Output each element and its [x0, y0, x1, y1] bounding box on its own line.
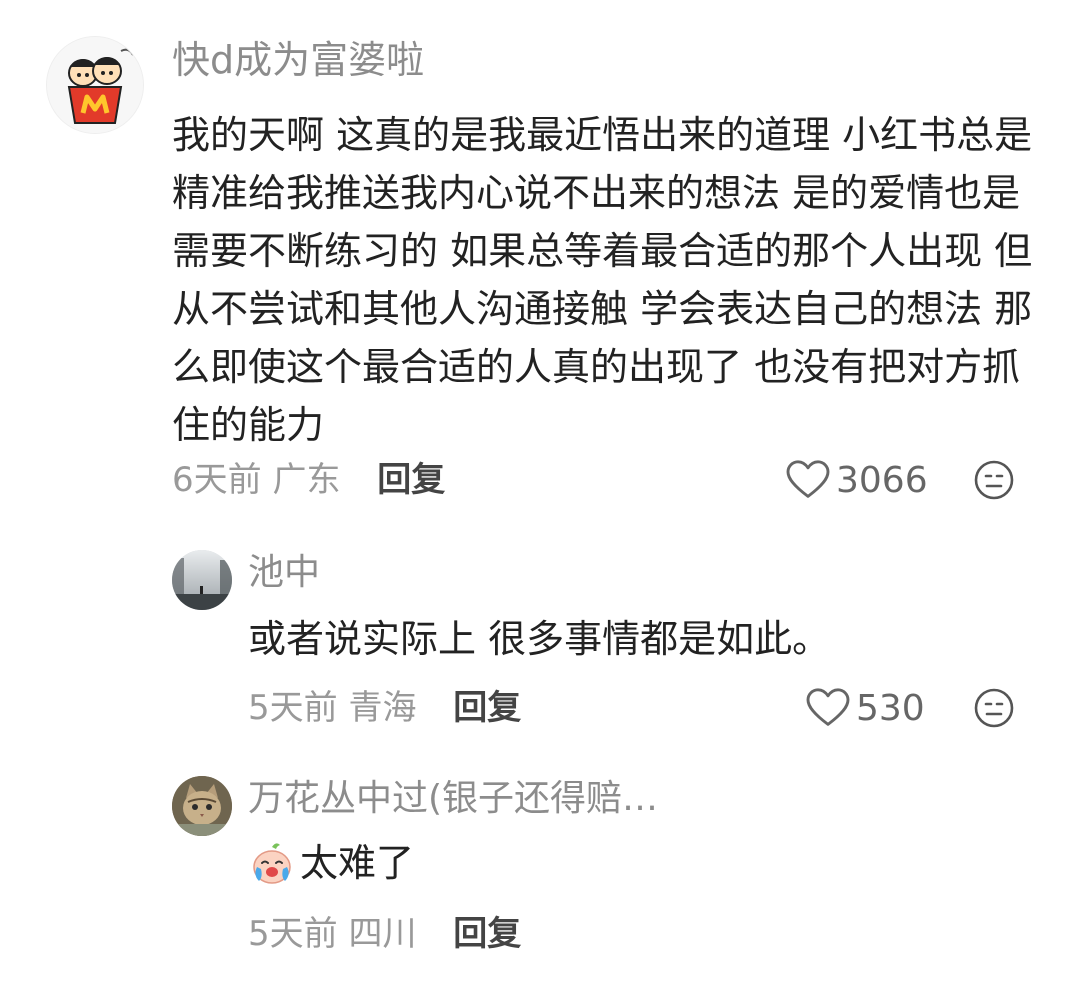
reply-text-row: 太难了	[248, 836, 414, 890]
comment-meta: 6天前 广东 回复	[172, 456, 445, 504]
reply-text: 或者说实际上 很多事情都是如此。	[248, 617, 831, 661]
dislike-button[interactable]	[974, 460, 1014, 504]
heart-icon	[786, 460, 830, 498]
heart-icon	[806, 688, 850, 726]
dislike-button[interactable]	[974, 688, 1014, 732]
reply-button[interactable]: 回复	[453, 914, 521, 954]
reply-time: 5天前	[248, 914, 338, 954]
like-count: 530	[856, 687, 925, 729]
avatar-cat-icon	[172, 776, 232, 836]
avatar[interactable]	[46, 36, 144, 134]
dislike-face-icon	[974, 688, 1014, 728]
comment-username[interactable]: 快d成为富婆啦	[172, 36, 424, 84]
reply-avatar[interactable]	[172, 776, 232, 836]
like-button[interactable]: 530	[806, 684, 925, 732]
reply-button[interactable]: 回复	[377, 460, 445, 500]
comment-text: 我的天啊 这真的是我最近悟出来的道理 小红书总是精准给我推送我内心说不出来的想法…	[172, 113, 1033, 447]
avatar-foggy-landscape-icon	[172, 550, 232, 610]
reply-meta: 5天前 青海 回复	[248, 684, 521, 732]
reply-time: 5天前	[248, 688, 338, 728]
reply-location: 四川	[348, 914, 417, 954]
reply-username[interactable]: 万花丛中过(银子还得赔…	[248, 776, 658, 822]
dislike-face-icon	[974, 460, 1014, 500]
like-button[interactable]: 3066	[786, 456, 928, 504]
reply-meta: 5天前 四川 回复	[248, 910, 521, 958]
reply-location: 青海	[348, 688, 417, 728]
like-count: 3066	[836, 459, 928, 501]
reply-username[interactable]: 池中	[248, 550, 320, 596]
reply-avatar[interactable]	[172, 550, 232, 610]
reply-button[interactable]: 回复	[453, 688, 521, 728]
comment-location: 广东	[272, 460, 341, 500]
reply-text: 太难了	[300, 841, 415, 885]
avatar-fries-cartoon-icon	[47, 37, 143, 133]
comment-time: 6天前	[172, 460, 262, 500]
crying-emoji-icon	[253, 843, 291, 884]
